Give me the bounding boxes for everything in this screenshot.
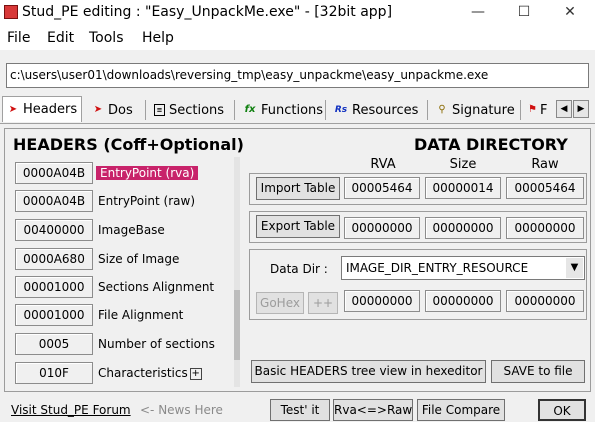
news-label: <- News Here (140, 403, 223, 417)
tab-separator (325, 100, 326, 120)
menu-edit[interactable]: Edit (47, 30, 74, 46)
data-dir-rva-value[interactable]: 00000000 (344, 290, 420, 312)
import-size-value[interactable]: 00000014 (425, 177, 501, 199)
window-title: Stud_PE editing : "Easy_UnpackMe.exe" - … (22, 4, 393, 20)
entrypoint-rva-label: EntryPoint (rva) (96, 162, 199, 184)
sections-alignment-value[interactable]: 00001000 (15, 276, 93, 298)
forum-link[interactable]: Visit Stud_PE Forum (11, 403, 131, 417)
close-button[interactable]: ✕ (547, 0, 593, 26)
data-dir-label: Data Dir : (270, 262, 328, 276)
ok-button[interactable]: OK (538, 399, 586, 421)
file-path-field[interactable]: c:\users\user01\downloads\reversing_tmp\… (6, 63, 589, 88)
entrypoint-raw-value[interactable]: 0000A04B (15, 190, 93, 212)
entrypoint-raw-label: EntryPoint (raw) (98, 194, 196, 208)
imagebase-value[interactable]: 00400000 (15, 219, 93, 241)
tab-dos[interactable]: ➤ Dos (92, 100, 133, 120)
gohex-button[interactable]: GoHex (256, 292, 304, 314)
tab-dos-label: Dos (108, 102, 133, 118)
import-table-button[interactable]: Import Table (256, 177, 340, 200)
tab-headers[interactable]: ➤ Headers (2, 96, 82, 122)
export-table-button[interactable]: Export Table (256, 215, 340, 238)
tab-separator (520, 100, 521, 120)
arrow-icon: ➤ (8, 103, 18, 115)
tab-signature-label: Signature (452, 102, 515, 118)
characteristics-value[interactable]: 010F (15, 362, 93, 384)
rva-raw-button[interactable]: Rva<=>Raw (333, 399, 413, 421)
tab-separator (234, 100, 235, 120)
tab-resources-label: Resources (352, 102, 419, 118)
minimize-button[interactable]: — (455, 0, 501, 26)
test-it-button[interactable]: Test' it (270, 399, 330, 421)
chevron-down-icon[interactable]: ▼ (566, 258, 583, 278)
resources-icon: Rs (334, 105, 348, 115)
arrow-icon: ➤ (93, 104, 103, 115)
number-of-sections-label: Number of sections (98, 337, 215, 351)
flag-icon: ⚑ (528, 104, 537, 115)
file-alignment-label: File Alignment (98, 308, 184, 322)
data-dir-size-value[interactable]: 00000000 (425, 290, 501, 312)
tab-signature[interactable]: ⚲ Signature (436, 100, 515, 120)
tab-separator (427, 100, 428, 120)
entrypoint-rva-highlight: EntryPoint (rva) (96, 166, 199, 180)
tab-functions-label: Functions (261, 102, 324, 118)
sections-alignment-label: Sections Alignment (98, 280, 215, 294)
signature-icon: ⚲ (438, 104, 446, 115)
tree-view-button[interactable]: Basic HEADERS tree view in hexeditor (251, 360, 486, 383)
characteristics-label: Characteristics + (98, 362, 202, 384)
export-rva-value[interactable]: 00000000 (344, 217, 420, 239)
tab-more-label: F (540, 102, 548, 118)
file-alignment-value[interactable]: 00001000 (15, 304, 93, 326)
export-raw-value[interactable]: 00000000 (506, 217, 584, 239)
tab-scroll-left-icon[interactable]: ◀ (556, 100, 572, 118)
data-dir-select[interactable]: IMAGE_DIR_ENTRY_RESOURCE (341, 256, 585, 280)
column-raw: Raw (531, 157, 559, 172)
file-compare-button[interactable]: File Compare (417, 399, 505, 421)
column-rva: RVA (370, 157, 396, 172)
sections-icon: ≡ (154, 104, 165, 116)
tab-functions[interactable]: fx Functions (243, 100, 323, 120)
data-directory-title: DATA DIRECTORY (414, 135, 568, 154)
characteristics-text: Characteristics (98, 366, 188, 380)
headers-title: HEADERS (Coff+Optional) (13, 135, 244, 154)
save-to-file-button[interactable]: SAVE to file (491, 360, 585, 383)
expand-icon[interactable]: + (189, 367, 202, 380)
headers-scrollbar-thumb[interactable] (234, 290, 240, 360)
tab-more[interactable]: ⚑ F (528, 100, 547, 120)
imagebase-label: ImageBase (98, 223, 165, 237)
export-size-value[interactable]: 00000000 (425, 217, 501, 239)
tab-scroll-right-icon[interactable]: ▶ (573, 100, 589, 118)
tab-separator (145, 100, 146, 120)
tab-sections[interactable]: ≡ Sections (154, 100, 224, 120)
column-size: Size (449, 157, 477, 172)
data-dir-raw-value[interactable]: 00000000 (506, 290, 584, 312)
menu-tools[interactable]: Tools (89, 30, 124, 46)
app-icon (4, 5, 18, 19)
size-of-image-label: Size of Image (98, 252, 180, 266)
import-raw-value[interactable]: 00005464 (506, 177, 584, 199)
menu-help[interactable]: Help (142, 30, 174, 46)
number-of-sections-value[interactable]: 0005 (15, 333, 93, 355)
tab-resources[interactable]: Rs Resources (334, 100, 419, 120)
entrypoint-rva-value[interactable]: 0000A04B (15, 162, 93, 184)
size-of-image-value[interactable]: 0000A680 (15, 248, 93, 270)
tab-sections-label: Sections (169, 102, 225, 118)
tab-headers-label: Headers (23, 102, 78, 117)
maximize-button[interactable]: ☐ (501, 0, 547, 26)
menu-file[interactable]: File (7, 30, 30, 46)
plusplus-button[interactable]: ++ (308, 292, 338, 314)
import-rva-value[interactable]: 00005464 (344, 177, 420, 199)
functions-icon: fx (244, 104, 256, 115)
